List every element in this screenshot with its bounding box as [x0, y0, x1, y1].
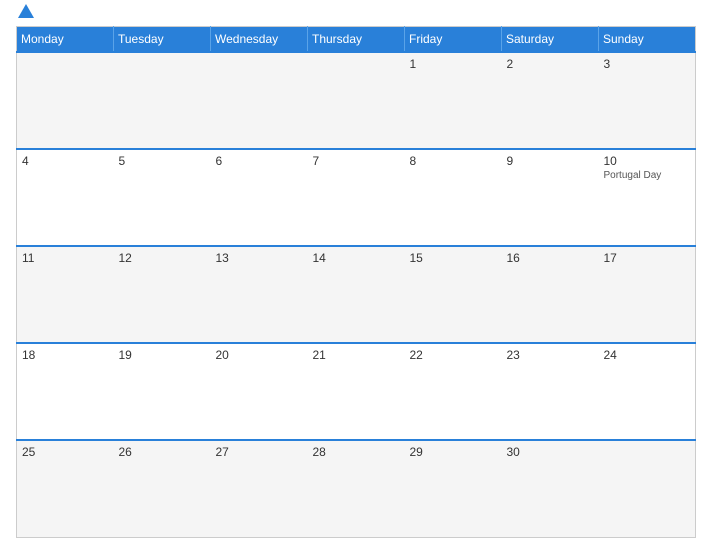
calendar-cell: 3: [599, 52, 696, 149]
calendar-cell: 13: [211, 246, 308, 343]
day-number: 15: [410, 251, 497, 265]
day-number: 14: [313, 251, 400, 265]
calendar-cell: 17: [599, 246, 696, 343]
calendar-cell: 29: [405, 440, 502, 537]
logo-triangle-icon: [18, 4, 34, 18]
holiday-label: Portugal Day: [604, 170, 691, 181]
day-number: 23: [507, 348, 594, 362]
weekday-tuesday: Tuesday: [114, 27, 211, 53]
calendar-cell: 8: [405, 149, 502, 246]
calendar-cell: 11: [17, 246, 114, 343]
day-number: 30: [507, 445, 594, 459]
day-number: 7: [313, 154, 400, 168]
calendar-cell: 12: [114, 246, 211, 343]
calendar-cell: 9: [502, 149, 599, 246]
weekday-saturday: Saturday: [502, 27, 599, 53]
header: [16, 12, 696, 18]
day-number: 18: [22, 348, 109, 362]
calendar-cell: 16: [502, 246, 599, 343]
day-number: 24: [604, 348, 691, 362]
calendar-cell: 18: [17, 343, 114, 440]
calendar-cell: 28: [308, 440, 405, 537]
day-number: 1: [410, 57, 497, 71]
calendar-table: MondayTuesdayWednesdayThursdayFridaySatu…: [16, 26, 696, 538]
day-number: 22: [410, 348, 497, 362]
weekday-thursday: Thursday: [308, 27, 405, 53]
calendar-cell: [114, 52, 211, 149]
calendar-cell: 21: [308, 343, 405, 440]
calendar-cell: [308, 52, 405, 149]
calendar-cell: 24: [599, 343, 696, 440]
weekday-header-row: MondayTuesdayWednesdayThursdayFridaySatu…: [17, 27, 696, 53]
week-row-2: 11 12 13 14 15 16 17: [17, 246, 696, 343]
day-number: 20: [216, 348, 303, 362]
calendar-cell: 25: [17, 440, 114, 537]
calendar-cell: 30: [502, 440, 599, 537]
calendar-cell: 27: [211, 440, 308, 537]
day-number: 26: [119, 445, 206, 459]
calendar-cell: [17, 52, 114, 149]
calendar-cell: 7: [308, 149, 405, 246]
day-number: 13: [216, 251, 303, 265]
weekday-friday: Friday: [405, 27, 502, 53]
day-number: 4: [22, 154, 109, 168]
day-number: 28: [313, 445, 400, 459]
calendar-cell: 15: [405, 246, 502, 343]
calendar-cell: 22: [405, 343, 502, 440]
calendar-cell: 14: [308, 246, 405, 343]
day-number: 11: [22, 251, 109, 265]
week-row-3: 18 19 20 21 22 23 24: [17, 343, 696, 440]
day-number: 19: [119, 348, 206, 362]
calendar-cell: 23: [502, 343, 599, 440]
logo: [16, 12, 34, 18]
day-number: 21: [313, 348, 400, 362]
week-row-0: 123: [17, 52, 696, 149]
day-number: 25: [22, 445, 109, 459]
day-number: 3: [604, 57, 691, 71]
day-number: 12: [119, 251, 206, 265]
week-row-1: 456789 10 Portugal Day: [17, 149, 696, 246]
calendar-cell: 10 Portugal Day: [599, 149, 696, 246]
day-number: 2: [507, 57, 594, 71]
day-number: 8: [410, 154, 497, 168]
day-number: 6: [216, 154, 303, 168]
calendar-page: MondayTuesdayWednesdayThursdayFridaySatu…: [0, 0, 712, 550]
day-number: 16: [507, 251, 594, 265]
weekday-wednesday: Wednesday: [211, 27, 308, 53]
day-number: 27: [216, 445, 303, 459]
calendar-cell: 1: [405, 52, 502, 149]
calendar-cell: 4: [17, 149, 114, 246]
calendar-cell: 2: [502, 52, 599, 149]
calendar-cell: 19: [114, 343, 211, 440]
day-number: 9: [507, 154, 594, 168]
week-row-4: 25 26 27 28 29 30: [17, 440, 696, 537]
calendar-cell: 6: [211, 149, 308, 246]
calendar-cell: 20: [211, 343, 308, 440]
calendar-cell: 26: [114, 440, 211, 537]
weekday-sunday: Sunday: [599, 27, 696, 53]
calendar-cell: [599, 440, 696, 537]
calendar-cell: 5: [114, 149, 211, 246]
day-number: 29: [410, 445, 497, 459]
day-number: 5: [119, 154, 206, 168]
day-number: 17: [604, 251, 691, 265]
calendar-cell: [211, 52, 308, 149]
weekday-monday: Monday: [17, 27, 114, 53]
day-number: 10: [604, 154, 691, 168]
